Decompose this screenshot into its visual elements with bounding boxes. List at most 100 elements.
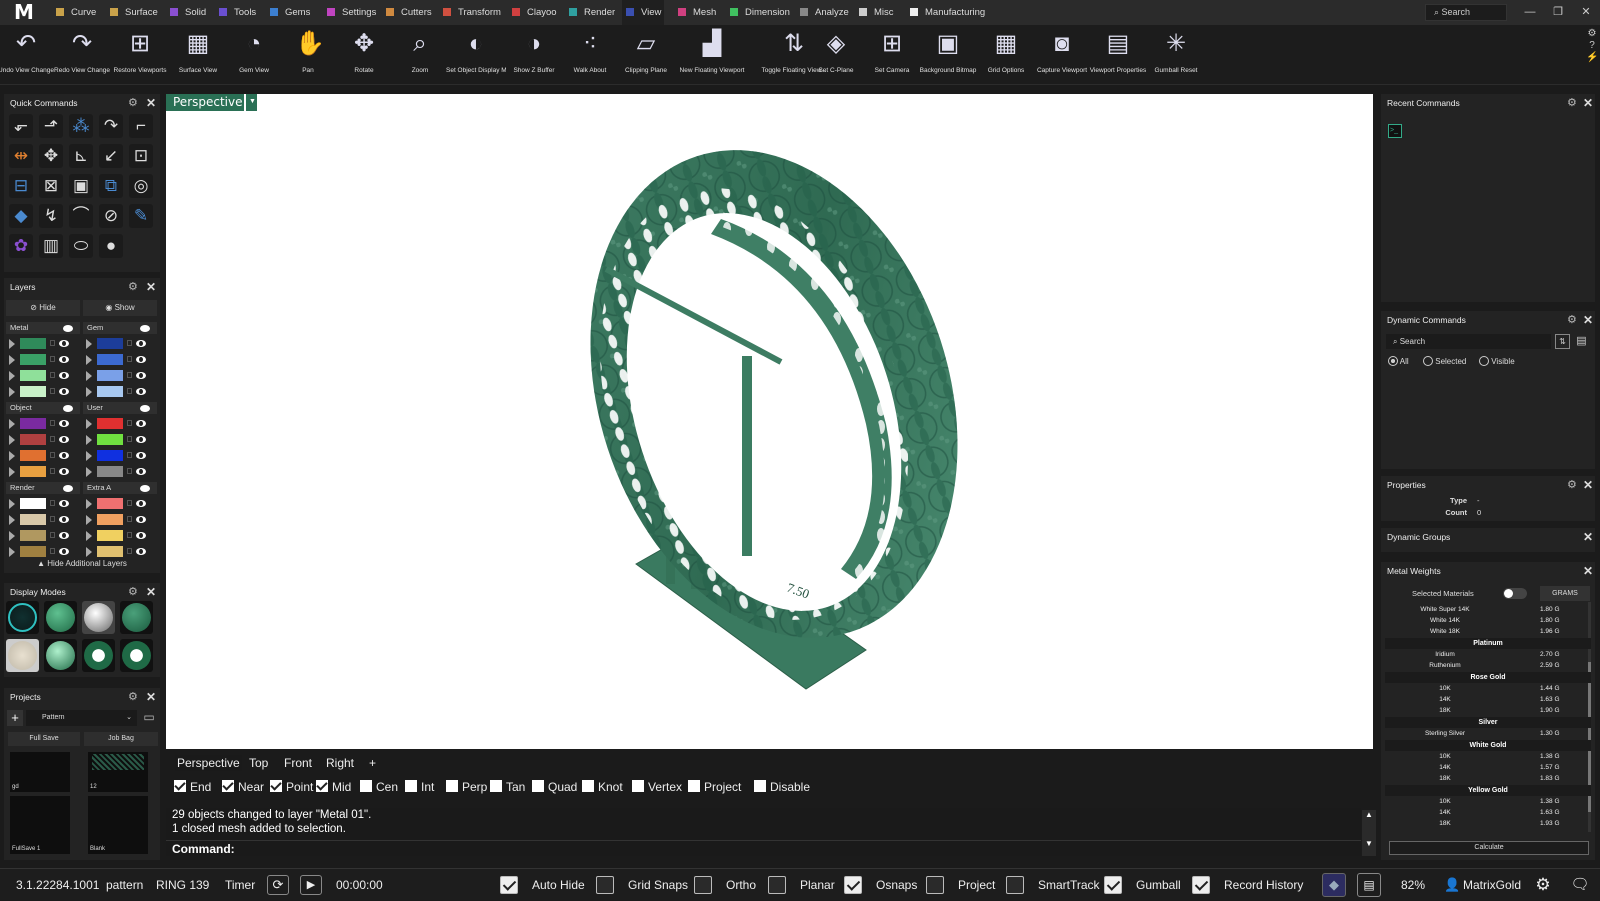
osnap-knot[interactable]: Knot: [582, 780, 623, 794]
eye-icon[interactable]: [59, 340, 69, 347]
quick-command-icon[interactable]: ⊾: [69, 144, 93, 168]
layer-row[interactable]: [6, 449, 80, 463]
osnap-near[interactable]: Near: [222, 780, 264, 794]
eye-icon[interactable]: [136, 340, 146, 347]
menu-tab-render[interactable]: Render: [565, 0, 615, 25]
quick-command-icon[interactable]: ▥: [39, 234, 63, 258]
layer-color-swatch[interactable]: [97, 354, 123, 365]
toolbar-display-mode-button[interactable]: ◐ Set Object Display M...: [446, 29, 506, 83]
checkbox-icon[interactable]: [688, 780, 700, 792]
viewport-name[interactable]: Perspective: [166, 94, 244, 111]
layer-row[interactable]: [6, 545, 80, 559]
toggle-osnaps-checkbox[interactable]: [844, 876, 862, 894]
display-mode-user-1[interactable]: [82, 639, 115, 672]
menu-tab-view[interactable]: View: [622, 0, 664, 25]
toggle-smarttrack-checkbox[interactable]: [1006, 876, 1024, 894]
layer-row[interactable]: [6, 385, 80, 399]
lock-icon[interactable]: [127, 420, 132, 426]
toolbar-bitmap-button[interactable]: ▣ Background Bitmap: [918, 29, 978, 83]
gear-icon[interactable]: ⚙: [128, 586, 140, 598]
toolbar-gem-view-button[interactable]: ◔ Gem View: [224, 29, 284, 83]
osnap-mid[interactable]: Mid: [316, 780, 351, 794]
gear-icon[interactable]: ⚙: [128, 281, 140, 293]
lock-icon[interactable]: [127, 468, 132, 474]
expand-icon[interactable]: [9, 451, 15, 461]
play-icon[interactable]: ▶: [300, 875, 322, 895]
lock-icon[interactable]: [127, 372, 132, 378]
quick-command-icon[interactable]: ⬐: [9, 114, 33, 138]
layer-row[interactable]: [6, 529, 80, 543]
layer-color-swatch[interactable]: [20, 418, 46, 429]
layer-color-swatch[interactable]: [20, 530, 46, 541]
filter-selected-radio[interactable]: Selected: [1423, 356, 1466, 368]
toolbar-footprints-button[interactable]: ⁖ Walk About: [560, 29, 620, 83]
job-bag-button[interactable]: Job Bag: [84, 732, 158, 746]
add-project-button[interactable]: +: [7, 710, 23, 726]
layer-color-swatch[interactable]: [97, 530, 123, 541]
filter-all-radio[interactable]: All: [1388, 356, 1409, 368]
lock-icon[interactable]: [50, 548, 55, 554]
lock-icon[interactable]: [50, 420, 55, 426]
lock-icon[interactable]: [127, 356, 132, 362]
eye-icon[interactable]: [136, 468, 146, 475]
panel-layout-icon[interactable]: ▤: [1357, 873, 1381, 897]
layer-group-header[interactable]: Render: [6, 482, 80, 494]
checkbox-icon[interactable]: [174, 780, 186, 792]
unit-button[interactable]: GRAMS: [1540, 586, 1590, 601]
lock-icon[interactable]: [127, 532, 132, 538]
toolbar-surface-view-button[interactable]: ▦ Surface View: [168, 29, 228, 83]
close-window-button[interactable]: ✕: [1578, 4, 1594, 20]
checkbox-icon[interactable]: [754, 780, 766, 792]
menu-tab-surface[interactable]: Surface: [106, 0, 162, 25]
close-icon[interactable]: ✕: [146, 585, 158, 599]
menu-tab-cutters[interactable]: Cutters: [382, 0, 434, 25]
toggle-grid-snaps-checkbox[interactable]: [596, 876, 614, 894]
checkbox-icon[interactable]: [270, 780, 282, 792]
close-icon[interactable]: ✕: [146, 280, 158, 294]
layer-color-swatch[interactable]: [97, 386, 123, 397]
expand-icon[interactable]: [86, 435, 92, 445]
gear-icon[interactable]: ⚙: [128, 97, 140, 109]
toolbar-hand-button[interactable]: ✋ Pan: [278, 29, 338, 83]
layer-color-swatch[interactable]: [97, 338, 123, 349]
layer-group-header[interactable]: Metal: [6, 322, 80, 334]
lock-icon[interactable]: [127, 516, 132, 522]
osnap-project[interactable]: Project: [688, 780, 741, 794]
lock-icon[interactable]: [50, 372, 55, 378]
eye-icon[interactable]: [140, 405, 150, 412]
lock-icon[interactable]: [127, 548, 132, 554]
display-mode-rendered[interactable]: [120, 601, 153, 634]
toggle-record-history-checkbox[interactable]: [1192, 876, 1210, 894]
quick-command-icon[interactable]: ⁂: [69, 114, 93, 138]
expand-icon[interactable]: [9, 547, 15, 557]
viewport-tab-perspective[interactable]: Perspective: [175, 755, 242, 771]
layer-row[interactable]: [83, 385, 157, 399]
osnap-end[interactable]: End: [174, 780, 211, 794]
osnap-disable[interactable]: Disable: [754, 780, 810, 794]
quick-command-icon[interactable]: ✥: [39, 144, 63, 168]
project-select[interactable]: Pattern ⌄: [26, 710, 137, 726]
osnap-tan[interactable]: Tan: [490, 780, 525, 794]
expand-icon[interactable]: [86, 451, 92, 461]
eye-icon[interactable]: [140, 485, 150, 492]
expand-icon[interactable]: [9, 515, 15, 525]
layer-color-swatch[interactable]: [20, 450, 46, 461]
eye-icon[interactable]: [59, 516, 69, 523]
expand-icon[interactable]: [86, 419, 92, 429]
quick-command-icon[interactable]: ◎: [129, 174, 153, 198]
toolbar-rotate-button[interactable]: ✥ Rotate: [334, 29, 394, 83]
expand-icon[interactable]: [86, 387, 92, 397]
checkbox-icon[interactable]: [532, 780, 544, 792]
close-icon[interactable]: ✕: [146, 96, 158, 110]
viewport-menu-button[interactable]: ▼: [245, 94, 257, 111]
toolbar-camera-grid-button[interactable]: ⊞ Set Camera: [862, 29, 922, 83]
quick-command-icon[interactable]: ⌒: [69, 204, 93, 228]
close-icon[interactable]: ✕: [1583, 478, 1595, 492]
osnap-perp[interactable]: Perp: [446, 780, 487, 794]
eye-icon[interactable]: [59, 548, 69, 555]
menu-tab-manufacturing[interactable]: Manufacturing: [906, 0, 985, 25]
quick-command-icon[interactable]: ⊠: [39, 174, 63, 198]
toggle-label[interactable]: Auto Hide: [532, 869, 585, 901]
eye-icon[interactable]: [136, 388, 146, 395]
quick-command-icon[interactable]: ⬭: [69, 234, 93, 258]
